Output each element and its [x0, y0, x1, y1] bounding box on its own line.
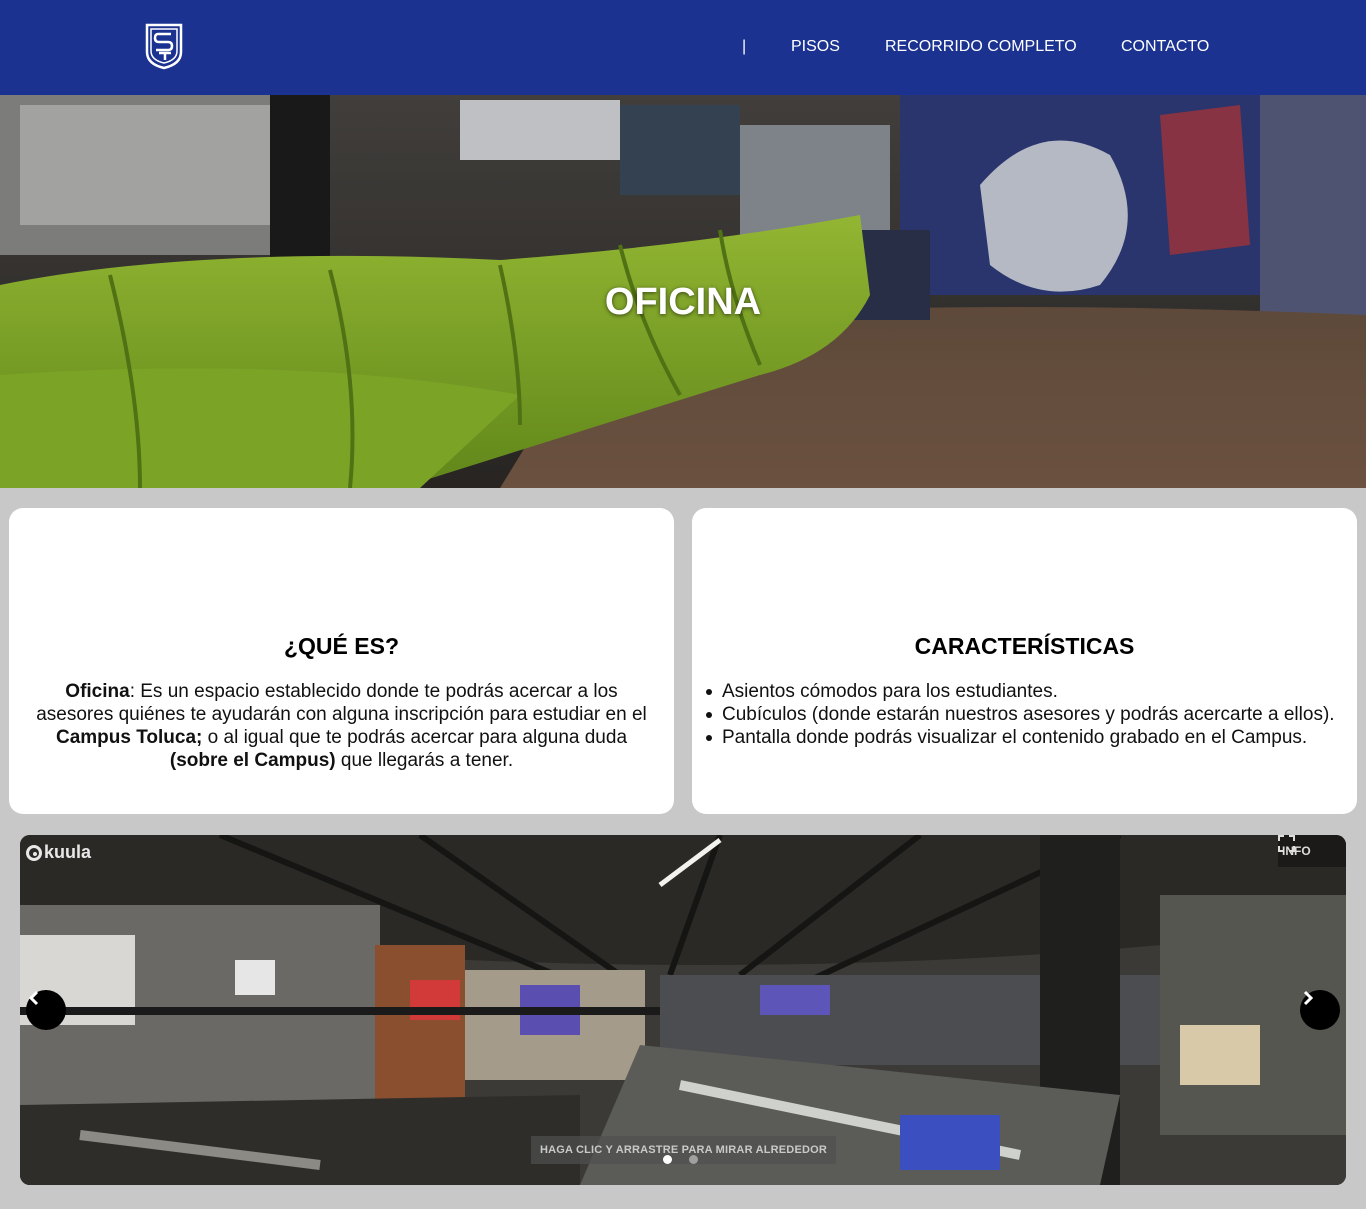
description-text-3: que llegarás a tener. — [335, 750, 514, 771]
hero-banner: OFICINA — [0, 95, 1366, 488]
list-item: Cubículos (donde estarán nuestros asesor… — [706, 703, 1339, 726]
slide-indicator-1[interactable] — [663, 1155, 672, 1164]
next-slide-button[interactable] — [1300, 990, 1340, 1030]
que-es-heading: ¿QUÉ ES? — [283, 633, 399, 659]
nav-link-contacto[interactable]: CONTACTO — [1121, 38, 1209, 56]
main-nav: | PISOS RECORRIDO COMPLETO CONTACTO — [0, 38, 1366, 58]
kuula-logo-icon — [26, 844, 42, 861]
viewer-controls: INFO — [1278, 835, 1346, 867]
caracteristicas-card: CARACTERÍSTICAS Asientos cómodos para lo… — [692, 508, 1357, 814]
kuula-brand[interactable]: kuula — [26, 842, 91, 863]
nav-link-recorrido-completo[interactable]: RECORRIDO COMPLETO — [885, 38, 1077, 56]
panorama-viewer[interactable]: kuula INFO HAGA CLIC Y ARRASTRE PARA MIR… — [20, 835, 1346, 1185]
caracteristicas-list: Asientos cómodos para los estudiantes. C… — [706, 680, 1339, 749]
panorama-image[interactable] — [20, 835, 1346, 1185]
oficina-bold: Oficina — [65, 681, 130, 702]
campus-toluca-bold: Campus Toluca; — [55, 727, 203, 748]
page-title: OFICINA — [604, 281, 762, 323]
que-es-card: ¿QUÉ ES? Oficina: Es un espacio establec… — [9, 508, 674, 814]
nav-link-pisos[interactable]: PISOS — [791, 38, 840, 56]
que-es-description: Oficina: Es un espacio establecido donde… — [27, 680, 656, 772]
fullscreen-icon[interactable] — [1278, 835, 1295, 852]
caracteristicas-heading: CARACTERÍSTICAS — [914, 633, 1135, 659]
slide-indicator-2[interactable] — [689, 1155, 698, 1164]
chevron-right-icon — [1303, 990, 1314, 1006]
chevron-left-icon — [28, 990, 39, 1006]
list-item: Asientos cómodos para los estudiantes. — [706, 680, 1339, 703]
prev-slide-button[interactable] — [26, 990, 66, 1030]
list-item: Pantalla donde podrás visualizar el cont… — [706, 726, 1339, 749]
sobre-campus-bold: (sobre el Campus) — [169, 750, 336, 771]
drag-hint: HAGA CLIC Y ARRASTRE PARA MIRAR ALREDEDO… — [531, 1136, 836, 1164]
description-text-2: o al igual que te podrás acercar para al… — [202, 727, 628, 748]
site-header: | PISOS RECORRIDO COMPLETO CONTACTO — [0, 0, 1366, 95]
kuula-wordmark: kuula — [44, 842, 92, 862]
nav-separator: | — [742, 38, 747, 55]
